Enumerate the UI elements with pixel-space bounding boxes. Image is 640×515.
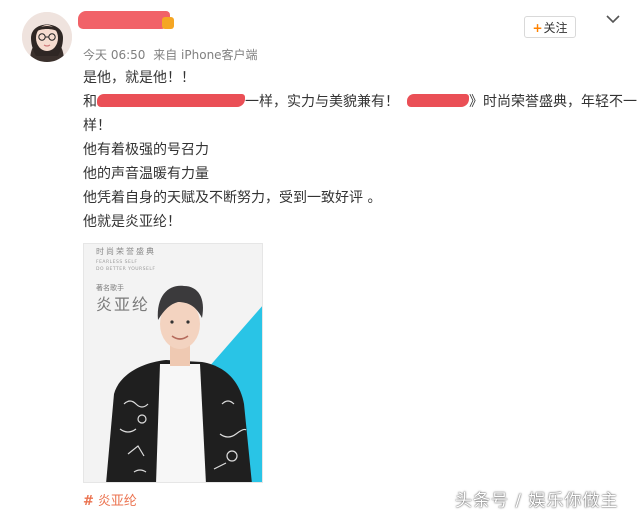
- post-line: 他的声音温暖有力量: [83, 166, 209, 182]
- follow-label: 关注: [543, 21, 568, 35]
- vip-badge-icon: [162, 17, 174, 29]
- post-line: 他凭着自身的天赋及不断努力，受到一致好评 。: [83, 190, 382, 206]
- post-line: 和一样，实力与美貌兼有！ 》时尚荣誉盛典，年轻不一: [83, 94, 637, 110]
- hashtag-icon: #: [83, 494, 94, 509]
- topic-tag[interactable]: # 炎亚纶: [83, 490, 137, 509]
- post-line: 样！: [83, 118, 111, 134]
- post-line: 他就是炎亚纶！: [83, 214, 181, 230]
- user-avatar[interactable]: [22, 12, 72, 62]
- plus-icon: +: [532, 21, 543, 35]
- topic-label: 炎亚纶: [97, 494, 137, 509]
- post-line: 是他，就是他！！: [83, 70, 195, 86]
- avatar-image: [22, 12, 72, 62]
- redacted-text: [97, 94, 245, 107]
- post-time[interactable]: 今天 06:50: [83, 48, 145, 62]
- post-text: 是他，就是他！！ 和一样，实力与美貌兼有！ 》时尚荣誉盛典，年轻不一 样！ 他有着…: [83, 66, 637, 234]
- redacted-text: [407, 94, 469, 107]
- poster-name: 炎亚纶: [96, 295, 151, 314]
- post-source: 来自 iPhone客户端: [153, 48, 258, 62]
- post-meta: 今天 06:50 来自 iPhone客户端: [83, 46, 258, 63]
- watermark: 头条号 / 娱乐你做主: [455, 491, 619, 511]
- poster-title: 时尚荣誉盛典: [96, 247, 156, 256]
- poster-illustration: [84, 244, 262, 482]
- follow-button[interactable]: +关注: [524, 16, 576, 38]
- post-image[interactable]: 时尚荣誉盛典 FEARLESS SELF DO BETTER YOURSELF …: [83, 243, 263, 483]
- poster-english-2: DO BETTER YOURSELF: [96, 267, 156, 272]
- post-line: 他有着极强的号召力: [83, 142, 209, 158]
- username-redacted[interactable]: [78, 11, 170, 29]
- chevron-down-icon[interactable]: [606, 14, 620, 24]
- poster-english-1: FEARLESS SELF: [96, 260, 138, 265]
